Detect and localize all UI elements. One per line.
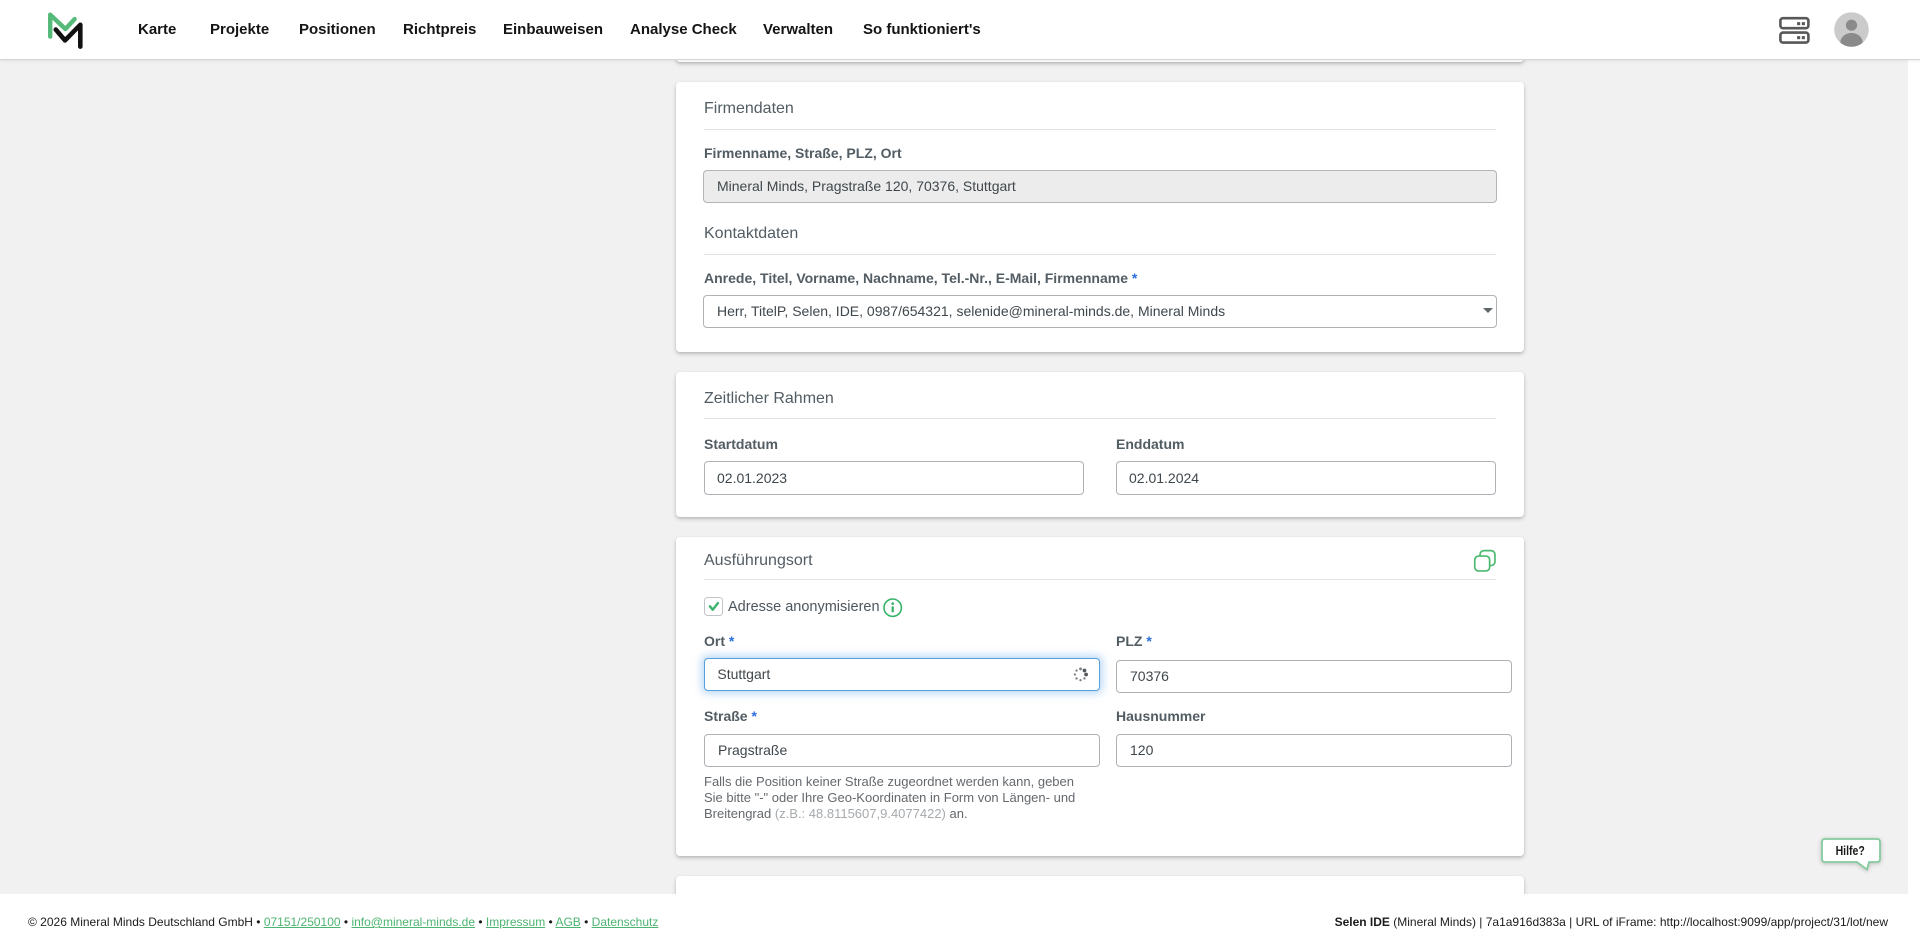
svg-text:Hilfe?: Hilfe?	[1836, 843, 1865, 858]
